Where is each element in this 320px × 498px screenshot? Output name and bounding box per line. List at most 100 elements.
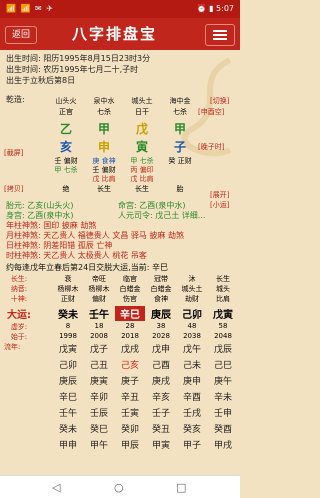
day-stem: 戊: [135, 122, 148, 136]
liunian-cell[interactable]: 辛酉: [177, 390, 207, 403]
liunian-cell[interactable]: 壬午: [53, 406, 83, 419]
liunian-cell[interactable]: 癸丑: [146, 422, 176, 435]
tengod-label: 十神:: [10, 295, 28, 303]
system-nav: ◁ ○ □: [0, 475, 240, 498]
start-label: 始于:: [10, 333, 28, 341]
changsheng-label: 长生:: [10, 275, 28, 283]
liunian-cell[interactable]: 甲申: [53, 438, 83, 451]
liunian-cell[interactable]: 辛巳: [53, 390, 83, 403]
liunian-cell[interactable]: 庚午: [208, 374, 238, 387]
liunian-cell[interactable]: 辛丑: [115, 390, 145, 403]
screenshot-button[interactable]: [截屏]: [4, 148, 23, 158]
month-branch: 申: [97, 140, 110, 154]
month-hidden3: 戊 比肩: [92, 175, 116, 183]
liunian-cell[interactable]: 辛卯: [84, 390, 114, 403]
late-zi-button[interactable]: [晚子时]: [198, 142, 224, 152]
dayun-cell[interactable]: 壬午: [84, 306, 114, 321]
liunian-cell[interactable]: 癸巳: [84, 422, 114, 435]
day-tengod: 日干: [135, 108, 149, 116]
liunian-cell[interactable]: 辛亥: [146, 390, 176, 403]
dayun-cell[interactable]: 己卯: [177, 306, 207, 321]
expand-button[interactable]: [展开]: [210, 190, 229, 200]
status-right: ⏰ ▮ 5:07: [196, 4, 234, 13]
status-bar: 📶 📶 ✉ ✈ ⏰ ▮ 5:07: [0, 0, 240, 18]
dayun-cell[interactable]: 庚辰: [146, 306, 176, 321]
app-header: 返回 八字排盘宝: [0, 18, 240, 50]
liunian-cell[interactable]: 辛未: [208, 390, 238, 403]
renyuan[interactable]: 人元司令: 戊己土 详细...: [118, 210, 205, 221]
liunian-cell[interactable]: 甲子: [177, 438, 207, 451]
copy-button[interactable]: [拷贝]: [4, 184, 23, 194]
month-stage: 长生: [97, 185, 111, 193]
liunian-cell[interactable]: 癸卯: [115, 422, 145, 435]
liunian-cell[interactable]: 庚寅: [84, 374, 114, 387]
liunian-cell[interactable]: 己酉: [146, 358, 176, 371]
nav-recent-icon[interactable]: □: [176, 481, 186, 494]
liunian-cell[interactable]: 庚戌: [146, 374, 176, 387]
nav-home-icon[interactable]: ○: [114, 481, 124, 494]
liunian-cell[interactable]: 戊午: [177, 342, 207, 355]
dayun-cell[interactable]: 癸未: [53, 306, 83, 321]
dayun-cell[interactable]: 辛巳: [115, 306, 145, 321]
xusui-cell: 18: [94, 322, 104, 330]
year-hidden2: 甲 七杀: [54, 166, 78, 174]
bazi-content: 出生时间: 阳历1995年8月15日23时3分 出生时间: 农历1995年七月二…: [0, 50, 240, 476]
nayin-cell: 白蜡金: [150, 285, 172, 293]
switch-button[interactable]: [切换]: [210, 96, 229, 106]
liunian-cell[interactable]: 癸未: [53, 422, 83, 435]
hour-stem: 甲: [173, 122, 186, 136]
liunian-cell[interactable]: 庚辰: [53, 374, 83, 387]
menu-icon-bar: [213, 34, 227, 36]
liunian-cell[interactable]: 己卯: [53, 358, 83, 371]
liunian-cell[interactable]: 己未: [177, 358, 207, 371]
liunian-cell[interactable]: 壬戌: [177, 406, 207, 419]
liunian-cell[interactable]: 甲寅: [146, 438, 176, 451]
month-stem: 甲: [97, 122, 110, 136]
hour-stage: 胎: [176, 185, 184, 193]
kongwang-box: [申酉空]: [198, 108, 225, 116]
liunian-cell[interactable]: 甲戌: [208, 438, 238, 451]
liunian-cell[interactable]: 癸亥: [177, 422, 207, 435]
start-cell: 2048: [214, 332, 232, 340]
liunian-cell[interactable]: 庚子: [115, 374, 145, 387]
liunian-cell[interactable]: 壬申: [208, 406, 238, 419]
liunian-cell[interactable]: 戊申: [146, 342, 176, 355]
liunian-cell[interactable]: 癸酉: [208, 422, 238, 435]
month-tengod: 七杀: [97, 108, 111, 116]
liunian-cell[interactable]: 庚申: [177, 374, 207, 387]
year-tengod: 正官: [59, 108, 73, 116]
year-stage: 绝: [62, 185, 70, 193]
changsheng-cell: 长生: [216, 275, 230, 283]
liunian-cell[interactable]: 己亥: [115, 358, 145, 371]
liunian-cell[interactable]: 戊寅: [53, 342, 83, 355]
liunian-cell[interactable]: 戊戌: [115, 342, 145, 355]
liunian-cell[interactable]: 壬寅: [115, 406, 145, 419]
nav-back-icon[interactable]: ◁: [52, 481, 60, 494]
dayun-cell[interactable]: 戊寅: [208, 306, 238, 321]
app-title: 八字排盘宝: [72, 25, 158, 43]
changsheng-cell: 沐: [188, 275, 196, 283]
year-branch: 亥: [59, 140, 72, 154]
menu-button[interactable]: [205, 24, 235, 46]
liunian-cell[interactable]: 戊辰: [208, 342, 238, 355]
day-stage: 长生: [135, 185, 149, 193]
year-stem: 乙: [59, 122, 72, 136]
hour-hidden1: 癸 正财: [168, 157, 192, 165]
nayin-cell: 杨柳木: [57, 285, 79, 293]
nayin-label: 纳音:: [10, 285, 28, 293]
liunian-cell[interactable]: 戊子: [84, 342, 114, 355]
xiaoyun-button[interactable]: [小运]: [210, 200, 229, 210]
liunian-cell[interactable]: 壬辰: [84, 406, 114, 419]
liunian-cell[interactable]: 己巳: [208, 358, 238, 371]
back-button[interactable]: 返回: [5, 26, 37, 44]
liunian-cell[interactable]: 甲午: [84, 438, 114, 451]
start-cell: 1998: [59, 332, 77, 340]
changsheng-cell: 帝旺: [92, 275, 106, 283]
liunian-cell[interactable]: 甲辰: [115, 438, 145, 451]
liunian-cell[interactable]: 己丑: [84, 358, 114, 371]
tengod-cell: 正财: [61, 295, 75, 303]
nayin-cell: 杨柳木: [88, 285, 110, 293]
liunian-cell[interactable]: 壬子: [146, 406, 176, 419]
tengod-cell: 伤官: [123, 295, 137, 303]
tengod-cell: 食神: [154, 295, 168, 303]
